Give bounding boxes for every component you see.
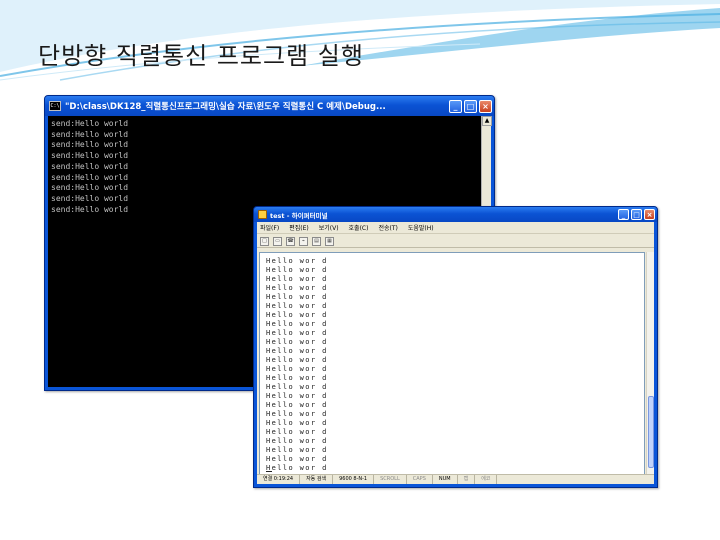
terminal-received-line: Hello wor d (266, 257, 328, 265)
terminal-received-line: Hello wor d (266, 347, 328, 355)
status-connected-time: 연결 0:19:24 (257, 475, 301, 484)
terminal-received-line: Hello wor d (266, 275, 328, 283)
terminal-title: test - 하이퍼터미널 (270, 211, 328, 220)
terminal-scroll-thumb[interactable] (648, 396, 654, 468)
console-titlebar[interactable]: C:\ "D:\class\DK128_직렬통신프로그래밍\실습 자료\윈도우 … (45, 96, 494, 116)
properties-icon[interactable]: ▦ (325, 236, 334, 246)
maximize-button[interactable]: □ (631, 209, 642, 220)
terminal-received-line: Hello wor d (266, 401, 328, 409)
close-button[interactable]: × (479, 99, 492, 113)
terminal-received-line: Hello wor d (266, 356, 328, 364)
console-output-line: send:Hello world (51, 119, 129, 128)
terminal-received-line: Hello wor d (266, 464, 328, 472)
terminal-received-line: Hello wor d (266, 293, 328, 301)
terminal-statusbar: 연결 0:19:24 자동 검색 9600 8-N-1 SCROLL CAPS … (257, 474, 654, 484)
terminal-received-line: Hello wor d (266, 437, 328, 445)
menu-file[interactable]: 파일(F) (260, 223, 279, 232)
console-output-line: send:Hello world (51, 204, 129, 214)
hyperterminal-window[interactable]: test - 하이퍼터미널 _ □ × 파일(F) 편집(E) 보기(V) 호출… (253, 206, 658, 488)
status-detect: 자동 검색 (300, 475, 334, 484)
terminal-toolbar: □ ▭ ☎ ⌁ ▤ ▦ (257, 235, 654, 248)
terminal-scrollbar[interactable] (646, 252, 654, 478)
status-scroll: SCROLL (374, 475, 407, 484)
menu-edit[interactable]: 편집(E) (289, 223, 309, 232)
terminal-received-line: Hello wor d (266, 383, 328, 391)
terminal-client-area: 파일(F) 편집(E) 보기(V) 호출(C) 전송(T) 도움말(H) □ ▭… (257, 222, 654, 484)
console-output-line: send:Hello world (51, 151, 129, 161)
console-title: "D:\class\DK128_직렬통신프로그래밍\실습 자료\윈도우 직렬통신… (65, 102, 386, 112)
menu-view[interactable]: 보기(V) (319, 223, 339, 232)
terminal-received-line: Hello wor d (266, 374, 328, 382)
phone-icon[interactable]: ☎ (286, 236, 295, 246)
terminal-received-line: Hello wor d (266, 329, 328, 337)
terminal-received-line: Hello wor d (266, 419, 328, 427)
console-app-icon: C:\ (49, 101, 61, 111)
status-num: NUM (433, 475, 458, 484)
console-output-line: send:Hello world (51, 172, 129, 182)
terminal-received-line: Hello wor d (266, 365, 328, 373)
menu-transfer[interactable]: 전송(T) (378, 223, 397, 232)
disconnect-icon[interactable]: ⌁ (299, 236, 308, 246)
terminal-received-line: Hello wor d (266, 311, 328, 319)
status-capture: 캡 (458, 475, 476, 484)
terminal-received-line: Hello wor d (266, 455, 328, 463)
status-echo: 에코 (475, 475, 498, 484)
terminal-cursor (266, 471, 272, 472)
minimize-button[interactable]: _ (618, 209, 629, 220)
scroll-up-arrow-icon[interactable]: ▲ (482, 116, 492, 126)
terminal-received-line: Hello wor d (266, 428, 328, 436)
console-output-lines: send:Hello world send:Hello world send:Hel… (51, 119, 128, 215)
close-button[interactable]: × (644, 209, 655, 220)
new-icon[interactable]: □ (260, 236, 269, 246)
status-caps: CAPS (407, 475, 433, 484)
terminal-received-line: Hello wor d (266, 446, 328, 454)
status-port-settings: 9600 8-N-1 (333, 475, 375, 484)
terminal-received-line: Hello wor d (266, 284, 328, 292)
console-output-line: send:Hello world (51, 193, 129, 203)
send-icon[interactable]: ▤ (312, 236, 321, 246)
terminal-received-lines: Hello wor d Hello wor d Hello wor d Hello w… (266, 257, 328, 473)
terminal-received-line: Hello wor d (266, 302, 328, 310)
terminal-received-line: Hello wor d (266, 410, 328, 418)
maximize-button[interactable]: □ (464, 99, 477, 113)
console-output-line: send:Hello world (51, 140, 129, 150)
menu-help[interactable]: 도움말(H) (408, 223, 434, 232)
slide-title: 단방향 직렬통신 프로그램 실행 (38, 42, 364, 70)
terminal-received-line: Hello wor d (266, 338, 328, 346)
terminal-received-line: Hello wor d (266, 320, 328, 328)
console-output-line: send:Hello world (51, 183, 129, 193)
terminal-screen[interactable]: Hello wor d Hello wor d Hello wor d Hello w… (259, 252, 645, 478)
console-output-line: send:Hello world (51, 129, 129, 139)
console-output-line: send:Hello world (51, 161, 129, 171)
minimize-button[interactable]: _ (449, 99, 462, 113)
open-icon[interactable]: ▭ (273, 236, 282, 246)
terminal-received-line: Hello wor d (266, 392, 328, 400)
terminal-titlebar[interactable]: test - 하이퍼터미널 _ □ × (254, 207, 657, 222)
terminal-received-line: Hello wor d (266, 266, 328, 274)
terminal-menubar: 파일(F) 편집(E) 보기(V) 호출(C) 전송(T) 도움말(H) (257, 222, 654, 234)
hyperterminal-icon (258, 210, 267, 219)
menu-call[interactable]: 호출(C) (349, 223, 369, 232)
